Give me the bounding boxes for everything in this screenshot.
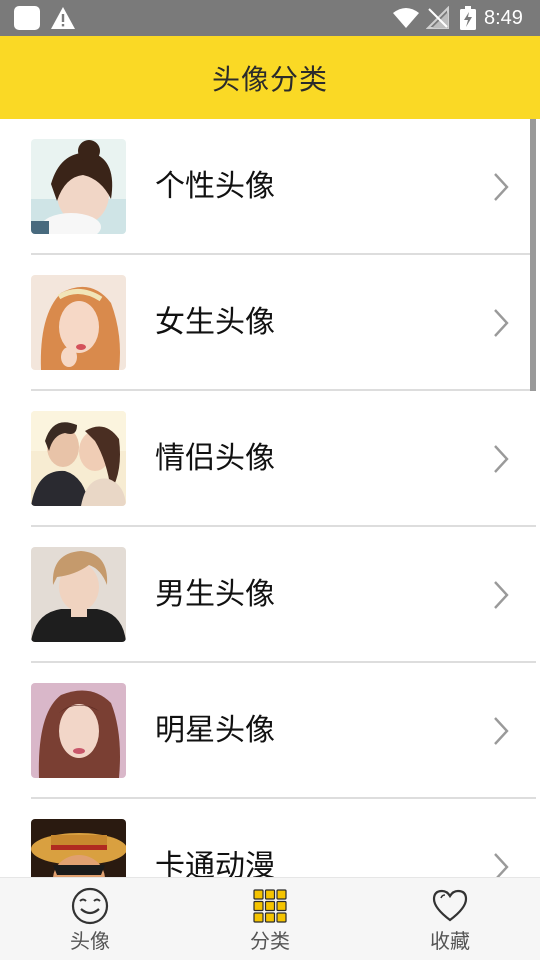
category-label: 明星头像	[155, 713, 275, 748]
category-label: 个性头像	[155, 169, 275, 204]
category-label: 卡通动漫	[155, 849, 275, 877]
no-signal-icon	[426, 6, 449, 29]
warning-icon	[51, 7, 75, 29]
chevron-right-icon	[494, 853, 509, 877]
category-label: 女生头像	[155, 305, 275, 340]
nav-tab-categories[interactable]: 分类	[180, 878, 360, 960]
category-item-celebrities[interactable]: 明星头像	[0, 663, 540, 799]
smiley-face-icon	[71, 887, 109, 925]
girl-with-bun-photo	[31, 139, 126, 234]
battery-charging-icon	[460, 6, 476, 30]
young-man-photo	[31, 547, 126, 642]
wifi-icon	[393, 8, 419, 28]
couple-photo	[31, 411, 126, 506]
category-list[interactable]: 个性头像 女生头像 情侣头像 男生头像 明星头像 卡通动漫	[0, 119, 540, 877]
bottom-nav: 头像 分类 收藏	[0, 877, 540, 960]
list-scrollbar[interactable]	[530, 119, 536, 391]
nav-label: 头像	[70, 929, 110, 953]
category-item-personality[interactable]: 个性头像	[0, 119, 540, 255]
anime-straw-hat-character	[31, 819, 126, 877]
category-label: 情侣头像	[155, 441, 275, 476]
category-label: 男生头像	[155, 577, 275, 612]
category-item-boys[interactable]: 男生头像	[0, 527, 540, 663]
chevron-right-icon	[494, 445, 509, 473]
app-header: 头像分类	[0, 36, 540, 119]
chevron-right-icon	[494, 173, 509, 201]
category-item-couples[interactable]: 情侣头像	[0, 391, 540, 527]
chevron-right-icon	[494, 581, 509, 609]
screen: 8:49 头像分类 个性头像 女生头像 情侣头像 男生头像 明星头像 卡通动漫 …	[0, 0, 540, 960]
nav-tab-favorites[interactable]: 收藏	[360, 878, 540, 960]
nav-tab-avatars[interactable]: 头像	[0, 878, 180, 960]
chevron-right-icon	[494, 309, 509, 337]
female-celebrity-photo	[31, 683, 126, 778]
heart-icon	[432, 889, 468, 922]
nav-label: 收藏	[430, 929, 470, 953]
category-item-girls[interactable]: 女生头像	[0, 255, 540, 391]
app-notification-icon	[14, 6, 40, 30]
nav-label: 分类	[250, 929, 290, 953]
girl-with-flower-crown-photo	[31, 275, 126, 370]
chevron-right-icon	[494, 717, 509, 745]
grid-icon	[253, 889, 287, 923]
page-title: 头像分类	[211, 62, 328, 96]
category-item-anime[interactable]: 卡通动漫	[0, 799, 540, 877]
status-time: 8:49	[484, 7, 523, 29]
status-bar: 8:49	[0, 0, 540, 36]
